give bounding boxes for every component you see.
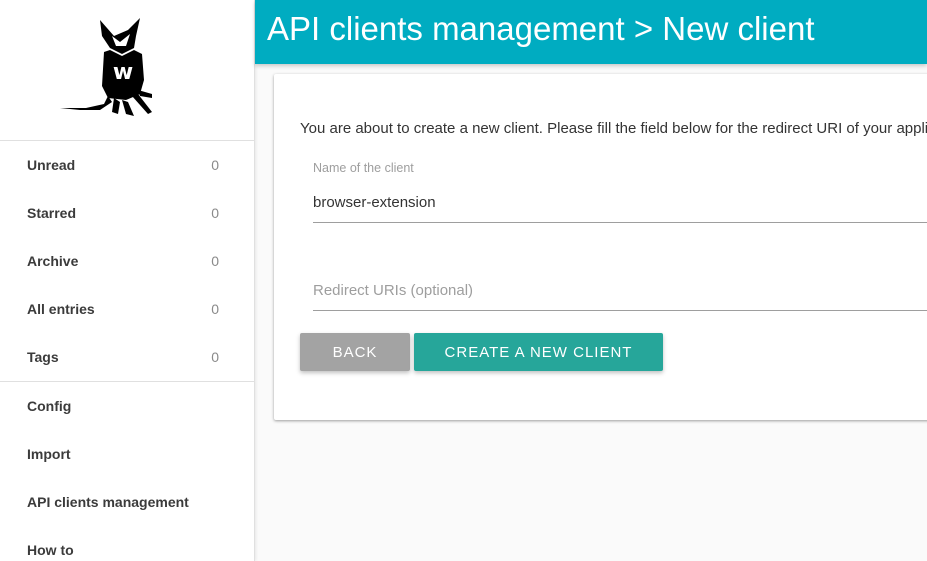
sidebar-item-label: Archive (27, 253, 79, 269)
sidebar: w Unread 0 Starred 0 Archive 0 All entri… (0, 0, 255, 561)
top-app-bar: API clients management > New client (255, 0, 927, 64)
sidebar-item-how-to[interactable]: How to (0, 526, 254, 561)
intro-text: You are about to create a new client. Pl… (300, 120, 927, 137)
sidebar-item-import[interactable]: Import (0, 430, 254, 478)
sidebar-item-label: API clients management (27, 494, 189, 510)
new-client-card: You are about to create a new client. Pl… (274, 74, 927, 420)
sidebar-item-all-entries[interactable]: All entries 0 (0, 285, 254, 333)
sidebar-item-label: All entries (27, 301, 95, 317)
client-name-label: Name of the client (313, 161, 414, 175)
sidebar-item-label: Tags (27, 349, 59, 365)
sidebar-item-count: 0 (211, 253, 219, 269)
sidebar-item-label: How to (27, 542, 74, 558)
wallabag-logo-icon[interactable]: w (56, 16, 156, 120)
sidebar-item-tags[interactable]: Tags 0 (0, 333, 254, 381)
sidebar-item-count: 0 (211, 205, 219, 221)
sidebar-item-count: 0 (211, 157, 219, 173)
svg-text:w: w (113, 60, 133, 85)
sidebar-item-label: Import (27, 446, 71, 462)
sidebar-item-starred[interactable]: Starred 0 (0, 189, 254, 237)
create-client-button[interactable]: CREATE A NEW CLIENT (414, 333, 663, 371)
client-name-input[interactable] (313, 182, 927, 223)
page-title: API clients management > New client (267, 10, 815, 47)
sidebar-item-label: Starred (27, 205, 77, 221)
sidebar-item-archive[interactable]: Archive 0 (0, 237, 254, 285)
sidebar-item-label: Config (27, 398, 72, 414)
sidebar-item-label: Unread (27, 157, 76, 173)
sidebar-item-config[interactable]: Config (0, 382, 254, 430)
sidebar-item-count: 0 (211, 349, 219, 365)
sidebar-item-unread[interactable]: Unread 0 (0, 141, 254, 189)
sidebar-item-api-clients[interactable]: API clients management (0, 478, 254, 526)
sidebar-item-count: 0 (211, 301, 219, 317)
back-button[interactable]: BACK (300, 333, 410, 371)
redirect-uris-input[interactable] (313, 270, 927, 311)
